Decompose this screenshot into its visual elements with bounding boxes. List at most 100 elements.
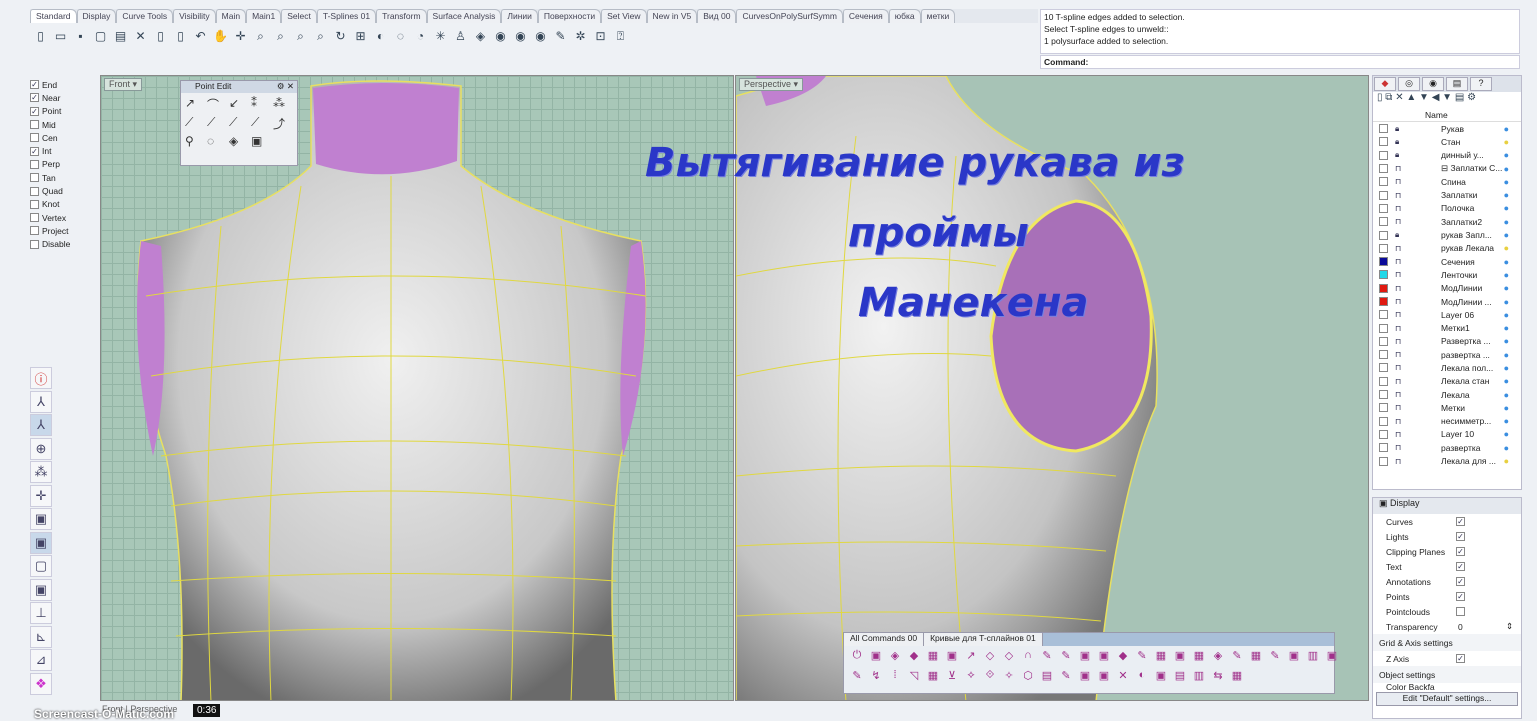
toolbar-button-icon[interactable]: ✲ (572, 28, 589, 45)
command-icon[interactable]: ▤ (1171, 669, 1189, 688)
lock-icon[interactable]: 🔒︎ (1395, 230, 1405, 240)
command-icon[interactable]: ▣ (1095, 669, 1113, 688)
command-icon[interactable]: ∩ (1019, 649, 1037, 668)
z-axis-checkbox[interactable]: ✓ (1456, 654, 1465, 663)
layer-row[interactable]: ⊓ Layer 06 ● (1373, 308, 1521, 321)
display-checkbox[interactable]: ✓ (1456, 547, 1465, 556)
layer-row[interactable]: 🔒︎ Стан ● (1373, 135, 1521, 148)
command-icon[interactable]: ▤ (1038, 669, 1056, 688)
layer-color-swatch[interactable] (1379, 283, 1388, 293)
toolbar-button-icon[interactable]: ▤ (112, 28, 129, 45)
lightbulb-icon[interactable]: ● (1504, 443, 1509, 453)
osnap-checkbox[interactable] (30, 226, 39, 236)
layer-color-swatch[interactable] (1379, 164, 1388, 174)
command-icon[interactable]: ✎ (1057, 669, 1075, 688)
unlock-icon[interactable]: ⊓ (1395, 324, 1405, 333)
box-outline-icon[interactable]: ▢ (30, 555, 52, 577)
lightbulb-icon[interactable]: ● (1504, 310, 1509, 320)
lightbulb-icon[interactable]: ● (1504, 270, 1509, 280)
osnap-checkbox[interactable] (30, 186, 39, 196)
layer-color-swatch[interactable] (1379, 403, 1388, 413)
box-icon[interactable]: ▣ (30, 508, 52, 530)
command-icon[interactable]: ◆ (905, 649, 923, 668)
lightbulb-icon[interactable]: ● (1504, 137, 1509, 147)
command-icon[interactable]: ◇ (1000, 649, 1018, 668)
lightbulb-icon[interactable]: ● (1504, 376, 1509, 386)
toolbar-button-icon[interactable]: ♙ (452, 28, 469, 45)
ruler-l-icon[interactable]: ⊾ (30, 625, 52, 648)
layer-row[interactable]: ⊓ Ленточки ● (1373, 268, 1521, 281)
layer-color-swatch[interactable] (1379, 243, 1388, 253)
osnap-checkbox[interactable] (30, 120, 39, 130)
axes-selected-icon[interactable]: ⅄ (30, 414, 52, 436)
layer-color-swatch[interactable] (1379, 310, 1388, 320)
osnap-checkbox[interactable] (30, 213, 39, 223)
display-checkbox[interactable]: ✓ (1456, 532, 1465, 541)
toolbar-tab[interactable]: Curve Tools (116, 9, 174, 23)
layer-row[interactable]: ⊓ развертка ... ● (1373, 348, 1521, 361)
layer-row[interactable]: ⊓ Лекала стан ● (1373, 375, 1521, 388)
lightbulb-icon[interactable]: ● (1504, 363, 1509, 373)
edit-settings-button[interactable]: Edit "Default" settings... (1376, 692, 1518, 706)
layer-color-swatch[interactable] (1379, 323, 1388, 333)
layer-row[interactable]: ⊓ рукав Лекала ● (1373, 242, 1521, 255)
point-edit-tool-icon[interactable]: ⚲ (185, 134, 205, 148)
toolbar-button-icon[interactable]: ◉ (512, 28, 529, 45)
toolbar-tab[interactable]: Вид 00 (697, 9, 737, 23)
unlock-icon[interactable]: ⊓ (1395, 191, 1405, 200)
osnap-checkbox[interactable] (30, 199, 39, 209)
point-edit-tool-icon[interactable]: ↙ (229, 96, 249, 113)
toolbar-button-icon[interactable]: ▯ (32, 28, 49, 45)
osnap-checkbox[interactable] (30, 133, 39, 143)
toolbar-tab[interactable]: CurvesOnPolySurfSymm (736, 9, 843, 23)
layer-color-swatch[interactable] (1379, 297, 1388, 306)
layer-row[interactable]: ⊓ Метки ● (1373, 401, 1521, 414)
toolbar-tab[interactable]: Transform (376, 9, 427, 23)
toolbar-tab[interactable]: Main (215, 9, 247, 23)
command-icon[interactable]: ▣ (1323, 649, 1341, 668)
osnap-int[interactable]: ✓ Int (30, 144, 98, 157)
command-icon[interactable]: ▣ (1171, 649, 1189, 668)
toolbar-button-icon[interactable]: ◉ (532, 28, 549, 45)
point-edit-tool-icon[interactable]: ⤴ (273, 115, 293, 132)
globe-icon[interactable]: ⊕ (30, 437, 52, 460)
layer-row[interactable]: ⊓ Развертка ... ● (1373, 335, 1521, 348)
point-edit-tool-icon[interactable]: ↗ (185, 96, 205, 113)
osnap-perp[interactable]: Perp (30, 158, 98, 171)
toolbar-tab[interactable]: Visibility (173, 9, 216, 23)
toolbar-button-icon[interactable]: ◔ (412, 28, 429, 45)
close-icon[interactable]: ⚙ ✕ (277, 81, 294, 92)
lightbulb-icon[interactable]: ● (1504, 203, 1509, 213)
unlock-icon[interactable]: ⊓ (1395, 270, 1405, 279)
toolbar-tab[interactable]: метки (920, 9, 956, 23)
layer-color-swatch[interactable] (1379, 376, 1388, 386)
osnap-cen[interactable]: Cen (30, 131, 98, 144)
toolbar-tab[interactable]: Поверхности (537, 9, 602, 23)
lightbulb-icon[interactable]: ● (1504, 350, 1509, 360)
command-icon[interactable]: ✎ (1038, 649, 1056, 668)
toolbar-tab[interactable]: Сечения (842, 9, 889, 23)
toolbar-tab[interactable]: Display (76, 9, 117, 23)
toolbar-button-icon[interactable]: ▯ (152, 28, 169, 45)
point-edit-tool-icon[interactable]: ⟋ (229, 115, 249, 132)
lightbulb-icon[interactable]: ● (1504, 336, 1509, 346)
toolbar-tab[interactable]: T-Splines 01 (316, 9, 377, 23)
layer-row[interactable]: ⊓ Лекала ● (1373, 388, 1521, 401)
tab-t-spline-curves[interactable]: Кривые для T-сплайнов 01 (924, 633, 1043, 646)
unlock-icon[interactable]: ⊓ (1395, 257, 1405, 266)
toolbar-button-icon[interactable]: ✕ (132, 28, 149, 45)
toolbar-button-icon[interactable]: ✎ (552, 28, 569, 45)
osnap-point[interactable]: ✓ Point (30, 105, 98, 118)
unlock-icon[interactable]: ⊓ (1395, 297, 1405, 306)
lightbulb-icon[interactable]: ● (1504, 416, 1509, 426)
toolbar-tab[interactable]: New in V5 (646, 9, 698, 23)
viewport-label-perspective[interactable]: Perspective ▾ (739, 78, 804, 91)
layer-color-swatch[interactable] (1379, 217, 1388, 227)
layer-row[interactable]: ⊓ Лекала для ... ● (1373, 454, 1521, 467)
unlock-icon[interactable]: ⊓ (1395, 377, 1405, 386)
transparency-value[interactable]: 0 (1458, 622, 1463, 632)
lightbulb-icon[interactable]: ● (1504, 177, 1509, 187)
command-icon[interactable]: ▥ (1190, 669, 1208, 688)
layer-row[interactable]: ⊓ МодЛинии ... ● (1373, 295, 1521, 308)
unlock-icon[interactable]: ⊓ (1395, 164, 1405, 173)
